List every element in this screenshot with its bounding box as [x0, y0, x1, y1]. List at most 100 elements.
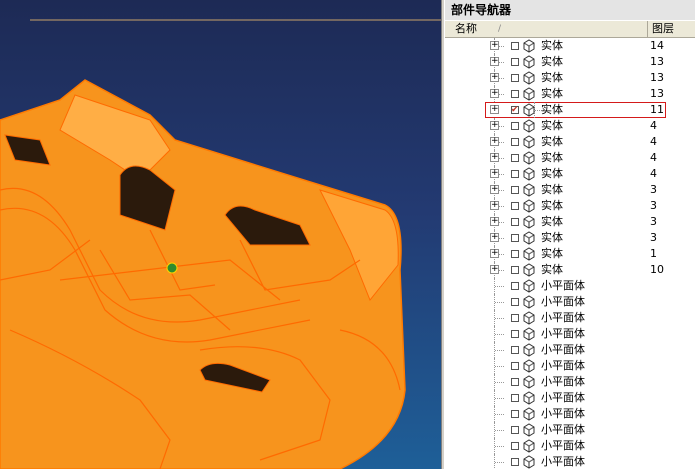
tree-row[interactable]: + 实体 4 [445, 118, 695, 134]
tree-row-label: 实体 [541, 215, 563, 228]
tree-row[interactable]: + 实体 13 [445, 54, 695, 70]
model-body [0, 79, 406, 469]
visibility-checkbox[interactable] [511, 378, 519, 386]
tree-row[interactable]: + 实体 3 [445, 230, 695, 246]
tree-row[interactable]: 小平面体 [445, 390, 695, 406]
solid-body-icon [523, 167, 535, 181]
visibility-checkbox[interactable] [511, 122, 519, 130]
navigator-tree: + 实体 14 + 实体 13 + 实体 13 + 实体 13 + ✔ 实体 1… [445, 38, 695, 469]
visibility-checkbox[interactable] [511, 346, 519, 354]
visibility-checkbox[interactable] [511, 394, 519, 402]
tree-row-layer: 11 [650, 103, 664, 116]
tree-row[interactable]: + 实体 3 [445, 198, 695, 214]
solid-body-icon [523, 247, 535, 261]
visibility-checkbox[interactable] [511, 250, 519, 258]
solid-body-icon [523, 343, 535, 357]
tree-row[interactable]: 小平面体 [445, 310, 695, 326]
visibility-checkbox[interactable] [511, 266, 519, 274]
expand-plus-icon[interactable]: + [490, 137, 499, 146]
visibility-checkbox[interactable] [511, 426, 519, 434]
tree-row[interactable]: 小平面体 [445, 454, 695, 469]
visibility-checkbox[interactable] [511, 102, 519, 118]
visibility-checkbox[interactable] [511, 90, 519, 98]
visibility-checkbox[interactable] [511, 234, 519, 242]
visibility-checkbox[interactable] [511, 362, 519, 370]
visibility-checkbox[interactable] [511, 410, 519, 418]
visibility-checkbox[interactable] [511, 154, 519, 162]
tree-row-label: 实体 [541, 135, 563, 148]
tree-row[interactable]: 小平面体 [445, 374, 695, 390]
column-name-header[interactable]: 名称 / [445, 21, 648, 37]
tree-row[interactable]: + 实体 4 [445, 166, 695, 182]
tree-row-label: 小平面体 [541, 375, 585, 388]
tree-row[interactable]: + 实体 3 [445, 182, 695, 198]
tree-row[interactable]: 小平面体 [445, 422, 695, 438]
solid-body-icon [523, 327, 535, 341]
tree-row[interactable]: + 实体 11 [485, 102, 666, 118]
tree-row-label: 小平面体 [541, 295, 585, 308]
visibility-checkbox[interactable] [511, 58, 519, 66]
tree-row[interactable]: + 实体 10 [445, 262, 695, 278]
tree-row[interactable]: + 实体 1 [445, 246, 695, 262]
tree-row-label: 小平面体 [541, 439, 585, 452]
expand-plus-icon[interactable]: + [490, 217, 499, 226]
solid-body-icon [523, 263, 535, 277]
tree-row-layer: 13 [650, 87, 664, 100]
expand-plus-icon[interactable]: + [490, 73, 499, 82]
tree-row[interactable]: 小平面体 [445, 438, 695, 454]
tree-row[interactable]: + 实体 3 [445, 214, 695, 230]
solid-body-icon [523, 423, 535, 437]
tree-row-label: 实体 [541, 183, 563, 196]
visibility-checkbox[interactable] [511, 458, 519, 466]
tree-row-layer: 14 [650, 39, 664, 52]
visibility-checkbox[interactable] [511, 170, 519, 178]
tree-row[interactable]: 小平面体 [445, 326, 695, 342]
expand-plus-icon[interactable]: + [490, 169, 499, 178]
tree-row-layer: 3 [650, 183, 657, 196]
visibility-checkbox[interactable] [511, 314, 519, 322]
expand-plus-icon[interactable]: + [490, 185, 499, 194]
tree-row[interactable]: 小平面体 [445, 406, 695, 422]
solid-body-icon [523, 151, 535, 165]
tree-row[interactable]: + 实体 13 [445, 86, 695, 102]
expand-plus-icon[interactable]: + [490, 121, 499, 130]
expand-plus-icon[interactable]: + [490, 89, 499, 98]
visibility-checkbox[interactable] [511, 186, 519, 194]
tree-row[interactable]: + 实体 14 [445, 38, 695, 54]
graphics-viewport[interactable] [0, 0, 441, 469]
solid-body-icon [523, 279, 535, 293]
tree-row[interactable]: 小平面体 [445, 342, 695, 358]
visibility-checkbox[interactable] [511, 282, 519, 290]
visibility-checkbox[interactable] [511, 42, 519, 50]
tree-row-label: 小平面体 [541, 423, 585, 436]
visibility-checkbox[interactable] [511, 138, 519, 146]
visibility-checkbox[interactable] [511, 442, 519, 450]
expand-plus-icon[interactable]: + [490, 105, 499, 114]
tree-row[interactable]: 小平面体 [445, 358, 695, 374]
tree-row-layer: 3 [650, 215, 657, 228]
expand-plus-icon[interactable]: + [490, 249, 499, 258]
column-layer-header[interactable]: 图层 [649, 21, 695, 37]
expand-plus-icon[interactable]: + [490, 57, 499, 66]
tree-row-label: 小平面体 [541, 359, 585, 372]
tree-row[interactable]: + 实体 4 [445, 150, 695, 166]
tree-connector-branch [495, 334, 504, 336]
visibility-checkbox[interactable] [511, 218, 519, 226]
visibility-checkbox[interactable] [511, 202, 519, 210]
expand-plus-icon[interactable]: + [490, 153, 499, 162]
visibility-checkbox[interactable] [511, 298, 519, 306]
expand-plus-icon[interactable]: + [490, 201, 499, 210]
solid-body-icon [523, 103, 535, 117]
tree-row[interactable]: 小平面体 [445, 278, 695, 294]
expand-plus-icon[interactable]: + [490, 265, 499, 274]
expand-plus-icon[interactable]: + [490, 41, 499, 50]
tree-connector-branch [495, 350, 504, 352]
cad-model-view[interactable] [0, 0, 441, 469]
tree-row[interactable]: + 实体 13 [445, 70, 695, 86]
tree-row[interactable]: + 实体 4 [445, 134, 695, 150]
tree-row[interactable]: 小平面体 [445, 294, 695, 310]
visibility-checkbox[interactable] [511, 74, 519, 82]
solid-body-icon [523, 311, 535, 325]
expand-plus-icon[interactable]: + [490, 233, 499, 242]
visibility-checkbox[interactable] [511, 330, 519, 338]
